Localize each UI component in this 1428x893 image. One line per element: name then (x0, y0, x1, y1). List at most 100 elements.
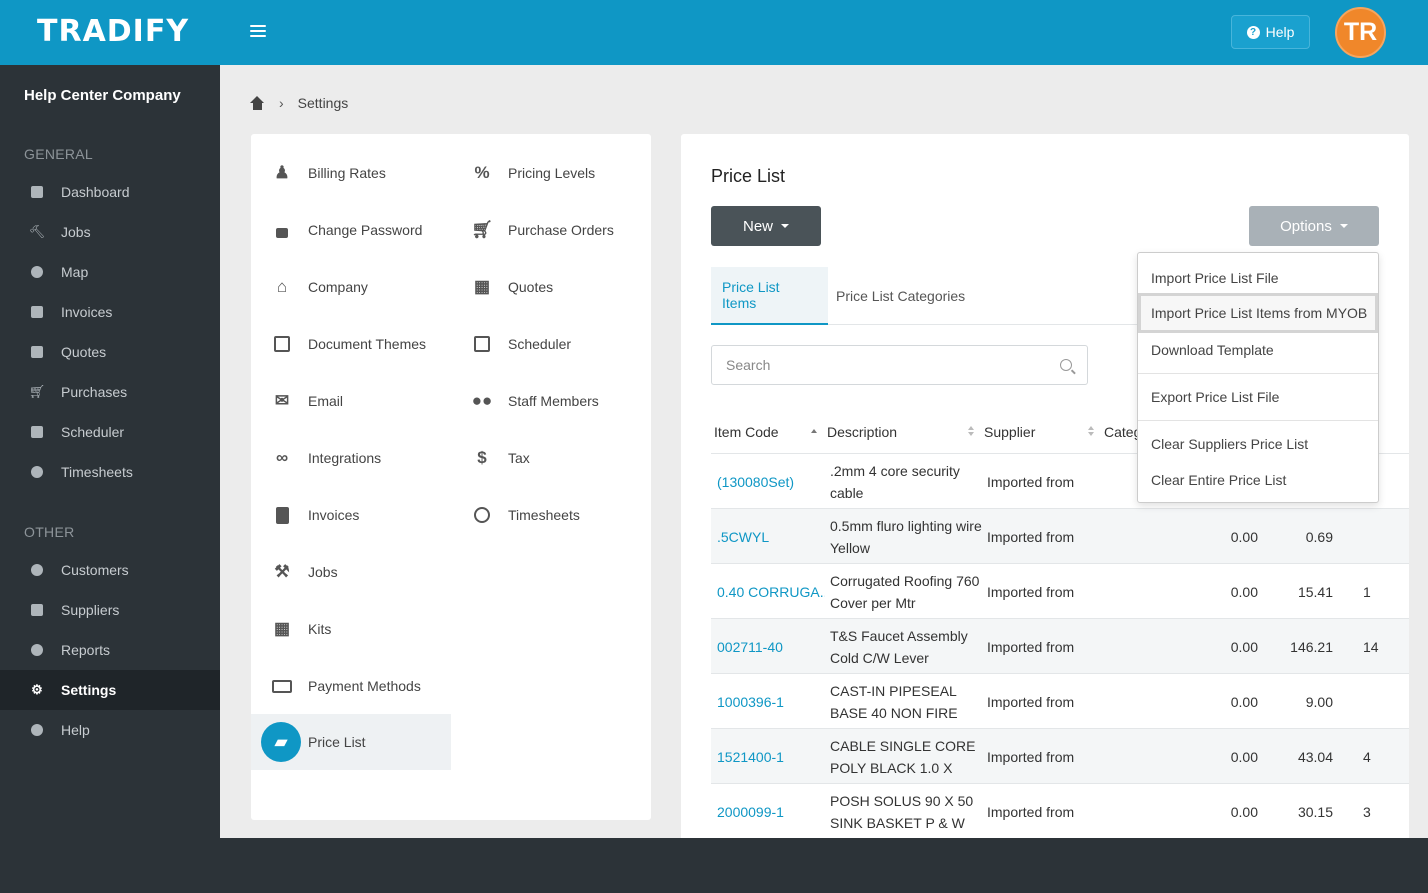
gear-icon: ⚙︎ (31, 682, 43, 697)
item-code-link[interactable]: 0.40 CORRUGA... (717, 564, 825, 619)
unlock-icon (271, 219, 293, 241)
sidebar-item-label: Scheduler (61, 424, 125, 440)
settings-item-email[interactable]: ✉︎ Email (251, 373, 451, 429)
cart-icon: 🛒︎ (28, 384, 46, 399)
settings-item-purchase-orders[interactable]: 🛒︎ Purchase Orders (451, 202, 651, 258)
settings-item-integrations[interactable]: ∞ Integrations (251, 430, 451, 486)
new-button[interactable]: New (711, 206, 821, 246)
settings-item-jobs[interactable]: ⚒︎ Jobs (251, 544, 451, 600)
hamburger-menu-icon[interactable] (246, 22, 270, 42)
item-value-2: 30.15 (1297, 803, 1333, 820)
search-icon[interactable] (1060, 359, 1072, 371)
settings-item-payment-methods[interactable]: Payment Methods (251, 658, 451, 714)
settings-item-kits[interactable]: ▦ Kits (251, 601, 451, 657)
settings-item-label: Billing Rates (308, 165, 386, 181)
sort-icon[interactable] (968, 424, 975, 438)
sidebar-item-map[interactable]: Map (0, 252, 220, 292)
settings-item-quotes[interactable]: ▦ Quotes (451, 259, 651, 315)
item-supplier: Imported from (987, 748, 1075, 765)
sidebar-item-help[interactable]: Help (0, 710, 220, 750)
table-row[interactable]: 1521400-1 CABLE SINGLE CORE POLY BLACK 1… (711, 729, 1409, 784)
sidebar-item-jobs[interactable]: 🔨︎ Jobs (0, 212, 220, 252)
table-row[interactable]: 1000396-1 CAST-IN PIPESEAL BASE 40 NON F… (711, 674, 1409, 729)
sidebar-item-settings[interactable]: ⚙︎ Settings (0, 670, 220, 710)
table-row[interactable]: 0.40 CORRUGA... Corrugated Roofing 760 C… (711, 564, 1409, 619)
settings-item-tax[interactable]: $ Tax (451, 430, 651, 486)
search-input[interactable] (712, 347, 1060, 383)
sidebar-item-label: Invoices (61, 304, 113, 320)
item-value-1: 0.00 (1230, 693, 1258, 710)
caret-down-icon (1339, 224, 1348, 228)
settings-item-staff-members[interactable]: ●● Staff Members (451, 373, 651, 429)
sidebar-item-quotes[interactable]: Quotes (0, 332, 220, 372)
item-code-link[interactable]: (130080Set) (717, 454, 825, 509)
menu-item-import-from-myob[interactable]: Import Price List Items from MYOB (1138, 293, 1378, 333)
settings-item-price-list[interactable]: ▰ Price List (251, 714, 451, 770)
link-icon: ∞ (275, 448, 289, 467)
help-button[interactable]: ? Help (1231, 15, 1310, 49)
item-value-1: 0.00 (1230, 638, 1258, 655)
sort-ascending-icon[interactable] (811, 424, 818, 438)
sidebar-item-reports[interactable]: Reports (0, 630, 220, 670)
column-header-item-code[interactable]: Item Code (714, 410, 779, 454)
menu-item-clear-entire-price-list[interactable]: Clear Entire Price List (1138, 462, 1378, 498)
item-code-link[interactable]: 1000396-1 (717, 674, 825, 729)
menu-item-clear-suppliers-price-list[interactable]: Clear Suppliers Price List (1138, 426, 1378, 462)
settings-item-billing-rates[interactable]: ♟︎ Billing Rates (251, 145, 451, 201)
copy-icon (271, 333, 293, 355)
item-code-link[interactable]: 1521400-1 (717, 729, 825, 784)
item-value-3 (1363, 509, 1383, 564)
item-code-link[interactable]: 002711-40 (717, 619, 825, 674)
new-button-label: New (742, 217, 773, 235)
item-value-1: 0.00 (1230, 528, 1258, 545)
table-row[interactable]: .5CWYL 0.5mm fluro lighting wire Yellow … (711, 509, 1409, 564)
item-description: POSH SOLUS 90 X 50 SINK BASKET P & W (830, 792, 974, 831)
table-row[interactable]: 002711-40 T&S Faucet Assembly Cold C/W L… (711, 619, 1409, 674)
item-code-link[interactable]: 2000099-1 (717, 784, 825, 838)
sidebar-item-customers[interactable]: Customers (0, 550, 220, 590)
settings-item-pricing-levels[interactable]: % Pricing Levels (451, 145, 651, 201)
person-icon: ♟︎ (274, 163, 290, 182)
settings-item-label: Integrations (308, 450, 382, 466)
settings-item-timesheets[interactable]: Timesheets (451, 487, 651, 543)
users-icon (30, 563, 44, 577)
breadcrumb-current: Settings (297, 95, 349, 111)
user-avatar[interactable]: TR (1335, 7, 1386, 58)
envelope-icon: ✉︎ (274, 391, 290, 410)
column-header-supplier[interactable]: Supplier (984, 410, 1035, 454)
home-icon[interactable] (250, 96, 265, 110)
settings-item-document-themes[interactable]: Document Themes (251, 316, 451, 372)
clock-icon (471, 504, 493, 526)
item-description: CAST-IN PIPESEAL BASE 40 NON FIRE (830, 682, 958, 721)
sort-icon[interactable] (1088, 424, 1095, 438)
dashboard-icon (30, 185, 44, 199)
column-header-description[interactable]: Description (827, 410, 897, 454)
menu-item-download-template[interactable]: Download Template (1138, 332, 1378, 368)
options-button[interactable]: Options (1249, 206, 1379, 246)
sidebar-item-label: Suppliers (61, 602, 120, 618)
sidebar-item-dashboard[interactable]: Dashboard (0, 172, 220, 212)
sidebar-item-purchases[interactable]: 🛒︎ Purchases (0, 372, 220, 412)
settings-item-invoices[interactable]: Invoices (251, 487, 451, 543)
tab-price-list-items[interactable]: Price List Items (711, 267, 828, 325)
sidebar-item-label: Settings (61, 682, 117, 698)
book-icon: ▰ (261, 722, 301, 762)
settings-item-scheduler[interactable]: Scheduler (451, 316, 651, 372)
settings-item-company[interactable]: ⌂ Company (251, 259, 451, 315)
column-header-category[interactable]: Categ (1104, 410, 1141, 454)
menu-item-import-price-list-file[interactable]: Import Price List File (1138, 260, 1378, 296)
item-code-link[interactable]: .5CWYL (717, 509, 825, 564)
item-value-1: 0.00 (1230, 583, 1258, 600)
settings-item-change-password[interactable]: Change Password (251, 202, 451, 258)
tab-price-list-categories[interactable]: Price List Categories (825, 267, 976, 325)
sidebar-item-scheduler[interactable]: Scheduler (0, 412, 220, 452)
sidebar-item-timesheets[interactable]: Timesheets (0, 452, 220, 492)
item-value-3: 1 (1363, 583, 1371, 600)
menu-item-export-price-list-file[interactable]: Export Price List File (1138, 379, 1378, 415)
tradify-logo[interactable]: TRADIFY (37, 14, 189, 49)
item-value-2: 0.69 (1305, 528, 1333, 545)
menu-divider (1138, 420, 1378, 421)
table-row[interactable]: 2000099-1 POSH SOLUS 90 X 50 SINK BASKET… (711, 784, 1409, 838)
sidebar-item-invoices[interactable]: Invoices (0, 292, 220, 332)
sidebar-item-suppliers[interactable]: Suppliers (0, 590, 220, 630)
